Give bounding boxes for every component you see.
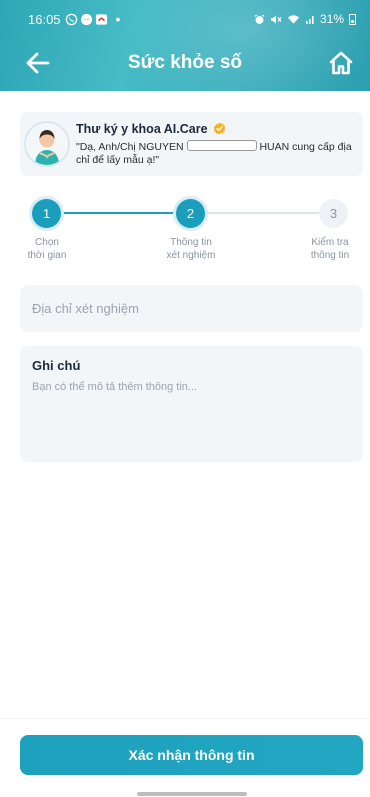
step-3-label-line2: thông tin [310,250,350,261]
nav-bar: Sức khỏe số [0,42,370,84]
step-1-label: Chọn thời gian [7,236,87,262]
assistant-name: Thư ký y khoa AI.Care [76,121,208,136]
step-2-label: Thông tin xét nghiệm [151,236,231,262]
note-textarea[interactable] [32,381,351,441]
arrow-left-icon[interactable] [24,50,52,76]
home-icon[interactable] [328,50,354,76]
status-bar: 16:05 • 31% [0,0,370,38]
step-2-label-line2: xét nghiệm [166,250,216,261]
alarm-icon [254,13,265,24]
step-3-circle: 3 [319,199,348,228]
message-prefix: "Dạ, Anh/Chị NGUYEN [76,140,184,153]
battery-percent: 31% [319,12,344,26]
address-input[interactable] [20,285,363,332]
step-1-label-line1: Chọn [35,237,59,248]
messenger-icon [80,13,92,25]
note-title: Ghi chú [32,358,81,373]
whatsapp-icon [65,13,77,25]
page-title: Sức khỏe số [127,52,243,73]
step-2-circle[interactable]: 2 [176,199,205,228]
redacted-name [186,139,257,151]
step-1-label-line2: thời gian [27,250,67,261]
progress-stepper: 1 2 3 Chọn thời gian Thông tin xét nghiệ… [0,199,370,269]
assistant-message: "Dạ, Anh/Chị NGUYEN HUAN cung cấp địa ch… [76,139,355,167]
app-icon [95,13,107,25]
step-3-label-line1: Kiểm tra [311,237,349,248]
signal-icon [305,15,314,24]
mute-icon [270,15,282,23]
step-connector-2 [205,212,321,214]
step-1-circle[interactable]: 1 [32,199,61,228]
step-3-label: Kiểm tra thông tin [290,236,370,262]
status-dot: • [115,11,121,27]
assistant-card: Thư ký y khoa AI.Care "Dạ, Anh/Chị NGUYE… [20,112,363,176]
avatar [24,121,70,167]
app-header: 16:05 • 31% Sức khỏe số [0,0,370,91]
step-connector-1 [60,212,176,214]
step-2-label-line1: Thông tin [170,237,212,248]
home-indicator[interactable] [137,792,247,796]
footer: Xác nhận thông tin [0,718,370,797]
verified-badge-icon [213,122,225,135]
confirm-button[interactable]: Xác nhận thông tin [20,735,363,775]
battery-icon [349,13,356,25]
status-time: 16:05 [28,11,61,27]
wifi-icon [287,14,300,24]
note-box: Ghi chú [20,346,363,462]
